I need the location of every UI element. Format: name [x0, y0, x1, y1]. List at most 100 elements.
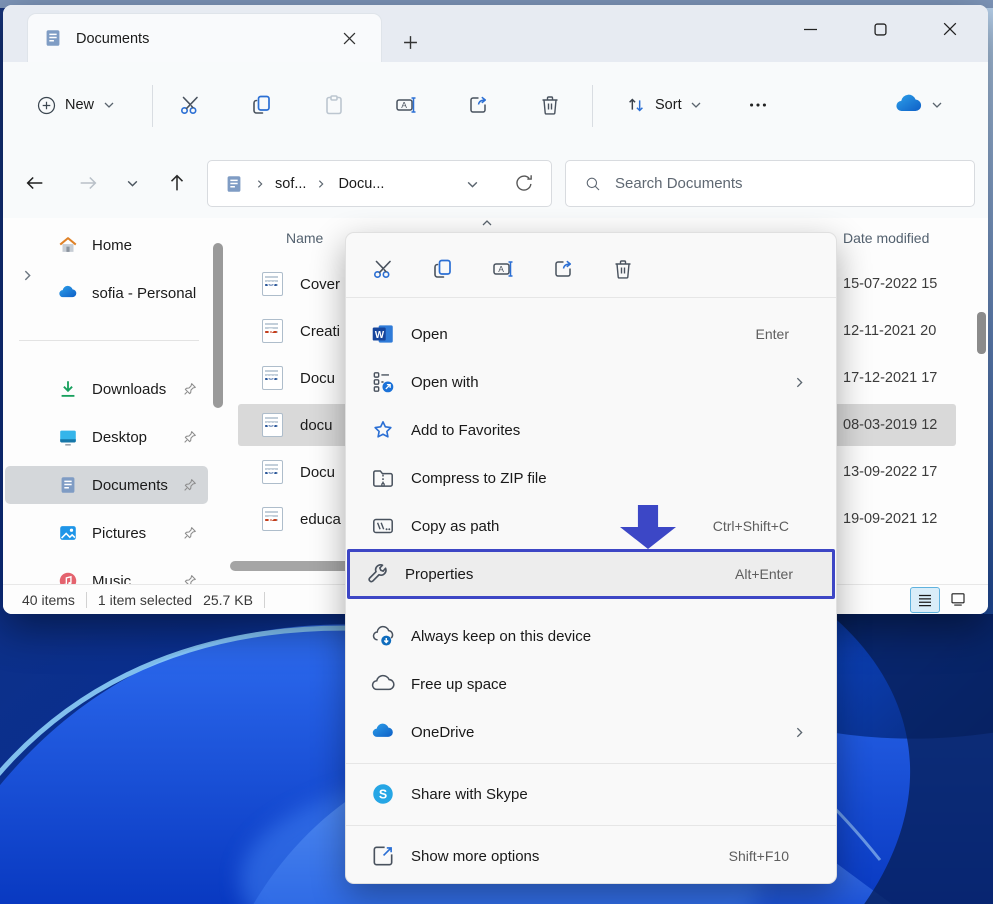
sidebar-item-label: Home	[92, 237, 208, 254]
refresh-icon[interactable]	[513, 172, 535, 194]
tiles-view-icon	[949, 590, 967, 608]
up-button[interactable]	[161, 167, 193, 199]
sidebar-item-label: Documents	[92, 477, 182, 494]
breadcrumb-documents[interactable]: Docu...	[338, 176, 384, 192]
sidebar-item-desktop[interactable]: Desktop	[5, 418, 208, 456]
star-icon	[370, 417, 396, 443]
downloads-icon	[57, 378, 79, 400]
word-file-icon: W	[262, 413, 283, 437]
breadcrumb-onedrive[interactable]: sof...	[275, 176, 306, 192]
divider	[264, 592, 265, 608]
menu-item-copy-as-path[interactable]: Copy as path Ctrl+Shift+C	[354, 502, 828, 550]
sort-button[interactable]: Sort	[615, 84, 712, 126]
file-name: educa	[300, 511, 341, 528]
back-button[interactable]	[19, 167, 51, 199]
paste-icon	[322, 93, 346, 117]
menu-item-always-keep-on-device[interactable]: Always keep on this device	[354, 612, 828, 660]
divider	[86, 592, 87, 608]
file-name: Creati	[300, 323, 340, 340]
onedrive-icon	[57, 282, 79, 304]
sidebar-item-documents[interactable]: Documents	[5, 466, 208, 504]
menu-item-add-to-favorites[interactable]: Add to Favorites	[354, 406, 828, 454]
divider	[592, 85, 593, 127]
pictures-icon	[57, 522, 79, 544]
menu-item-open[interactable]: W Open Enter	[354, 310, 828, 358]
file-date: 12-11-2021 20	[843, 323, 936, 339]
cut-button[interactable]	[369, 255, 397, 283]
see-more-button[interactable]	[743, 90, 773, 120]
pin-icon	[182, 525, 198, 541]
rename-button[interactable]: A	[489, 255, 517, 283]
rename-button[interactable]: A	[391, 90, 421, 120]
tab-documents[interactable]: Documents	[27, 13, 382, 63]
sidebar-item-home[interactable]: Home	[5, 226, 208, 264]
sort-button-label: Sort	[655, 97, 682, 113]
menu-item-shortcut: Shift+F10	[729, 848, 789, 864]
share-button[interactable]	[463, 90, 493, 120]
delete-icon	[538, 93, 562, 117]
new-icon	[37, 96, 56, 115]
sidebar-scrollbar[interactable]	[213, 243, 223, 408]
desktop-icon	[57, 426, 79, 448]
tab-close-icon[interactable]	[339, 28, 359, 48]
horizontal-scrollbar[interactable]	[230, 561, 350, 571]
recent-locations-button[interactable]	[116, 167, 148, 199]
share-button[interactable]	[549, 255, 577, 283]
svg-text:A: A	[401, 100, 407, 110]
menu-item-open-with[interactable]: Open with	[354, 358, 828, 406]
menu-divider	[346, 825, 836, 826]
maximize-button[interactable]	[858, 11, 902, 47]
new-button-label: New	[65, 97, 94, 113]
new-button[interactable]: New	[25, 84, 127, 126]
file-date: 19-09-2021 12	[843, 511, 937, 527]
sidebar-item-label: Pictures	[92, 525, 182, 542]
menu-divider	[346, 297, 836, 298]
delete-button[interactable]	[609, 255, 637, 283]
address-dropdown-icon[interactable]	[466, 178, 479, 191]
cloud-download-icon	[370, 623, 396, 649]
menu-item-free-up-space[interactable]: Free up space	[354, 660, 828, 708]
menu-item-share-with-skype[interactable]: S Share with Skype	[354, 770, 828, 818]
paste-button[interactable]	[319, 90, 349, 120]
file-name: Cover	[300, 276, 340, 293]
file-date: 17-12-2021 17	[843, 370, 937, 386]
minimize-button[interactable]	[788, 11, 832, 47]
address-bar[interactable]: sof... Docu...	[207, 160, 552, 207]
sidebar-item-music[interactable]: Music	[5, 562, 208, 585]
copy-button[interactable]	[429, 255, 457, 283]
tiles-view-button[interactable]	[944, 587, 972, 611]
menu-item-properties[interactable]: Properties Alt+Enter	[347, 549, 835, 599]
search-input[interactable]	[613, 174, 937, 193]
column-header-name[interactable]: Name	[286, 230, 323, 246]
menu-item-show-more-options[interactable]: Show more options Shift+F10	[354, 832, 828, 880]
zip-folder-icon	[370, 465, 396, 491]
sidebar-item-pictures[interactable]: Pictures	[5, 514, 208, 552]
document-icon	[223, 173, 245, 195]
sidebar-item-onedrive-personal[interactable]: sofia - Personal	[5, 274, 208, 312]
window-close-button[interactable]	[928, 11, 972, 47]
pin-icon	[182, 477, 198, 493]
home-icon	[57, 234, 79, 256]
sidebar-item-downloads[interactable]: Downloads	[5, 370, 208, 408]
new-tab-button[interactable]	[399, 31, 421, 53]
cut-button[interactable]	[175, 90, 205, 120]
onedrive-status-button[interactable]	[888, 90, 948, 120]
vertical-scrollbar[interactable]	[977, 312, 986, 354]
ellipsis-icon	[747, 94, 769, 116]
copy-button[interactable]	[247, 90, 277, 120]
details-view-button[interactable]	[910, 587, 940, 613]
tab-bar: Documents	[3, 5, 988, 62]
chevron-right-icon	[255, 179, 265, 189]
menu-item-label: Compress to ZIP file	[411, 470, 828, 487]
column-header-date-modified[interactable]: Date modified	[843, 230, 929, 246]
menu-item-compress-to-zip[interactable]: Compress to ZIP file	[354, 454, 828, 502]
pin-icon	[182, 381, 198, 397]
details-view-icon	[916, 591, 934, 609]
navigation-bar: sof... Docu...	[3, 147, 988, 218]
share-icon	[551, 257, 575, 281]
forward-button[interactable]	[72, 167, 104, 199]
cloud-outline-icon	[370, 671, 396, 697]
delete-button[interactable]	[535, 90, 565, 120]
up-icon	[166, 172, 188, 194]
menu-item-onedrive[interactable]: OneDrive	[354, 708, 828, 756]
